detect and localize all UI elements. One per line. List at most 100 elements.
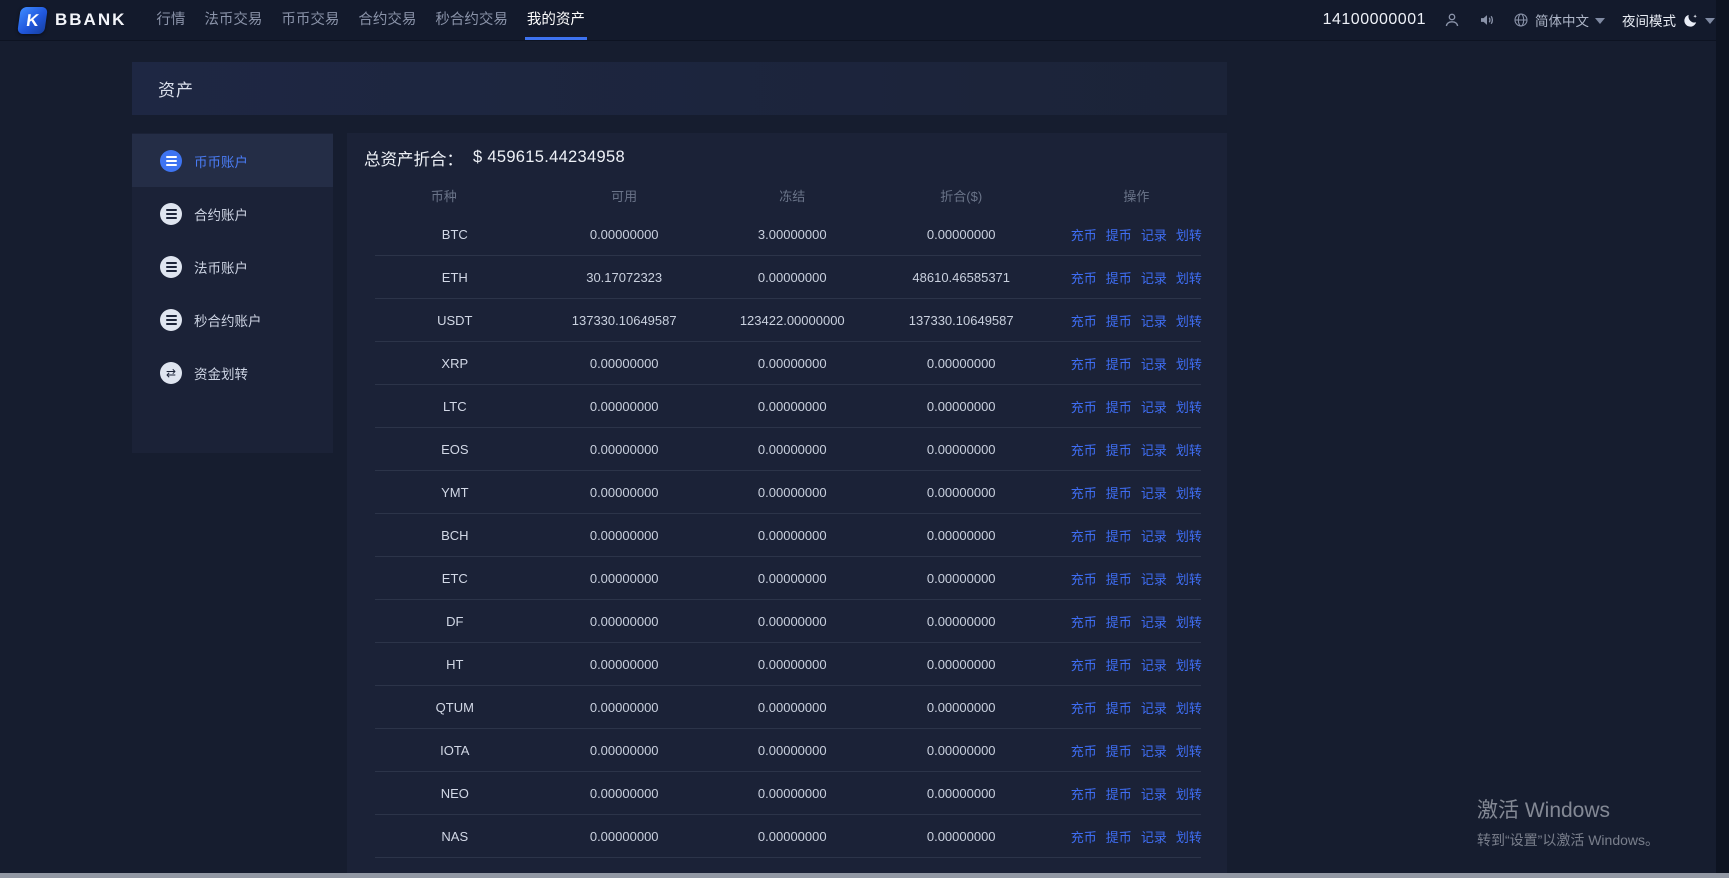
withdraw-link[interactable]: 提币 (1106, 268, 1132, 287)
deposit-link[interactable]: 充币 (1071, 483, 1097, 502)
sidebar-item[interactable]: ⇄ 法币账户 (132, 240, 333, 293)
nav-item[interactable]: 行情 (154, 0, 187, 40)
table-row: YMT 0.00000000 0.00000000 0.00000000 充币 … (347, 471, 1227, 514)
coin-name: XRP (347, 356, 541, 371)
transfer-link[interactable]: 划转 (1176, 268, 1202, 287)
nav-right: 14100000001 简体中文 夜间模式 (1323, 0, 1715, 40)
deposit-link[interactable]: 充币 (1071, 311, 1097, 330)
deposit-link[interactable]: 充币 (1071, 268, 1097, 287)
records-link[interactable]: 记录 (1141, 483, 1167, 502)
sidebar-item[interactable]: ⇄ 秒合约账户 (132, 293, 333, 346)
records-link[interactable]: 记录 (1141, 526, 1167, 545)
withdraw-link[interactable]: 提币 (1106, 698, 1132, 717)
nav-item-label: 合约交易 (358, 8, 416, 29)
records-link[interactable]: 记录 (1141, 612, 1167, 631)
withdraw-link[interactable]: 提币 (1106, 526, 1132, 545)
nav-item[interactable]: 合约交易 (356, 0, 418, 40)
deposit-link[interactable]: 充币 (1071, 225, 1097, 244)
deposit-link[interactable]: 充币 (1071, 827, 1097, 846)
transfer-link[interactable]: 划转 (1176, 483, 1202, 502)
transfer-link[interactable]: 划转 (1176, 569, 1202, 588)
records-link[interactable]: 记录 (1141, 268, 1167, 287)
available-balance: 0.00000000 (541, 528, 708, 543)
night-mode-label: 夜间模式 (1622, 10, 1676, 30)
sidebar-item[interactable]: ⇄ 币币账户 (132, 134, 333, 187)
transfer-link[interactable]: 划转 (1176, 225, 1202, 244)
converted-balance: 0.00000000 (877, 700, 1046, 715)
bottom-scrollbar[interactable] (0, 873, 1729, 878)
withdraw-link[interactable]: 提币 (1106, 784, 1132, 803)
table-row: QTUM 0.00000000 0.00000000 0.00000000 充币… (347, 686, 1227, 729)
transfer-link[interactable]: 划转 (1176, 698, 1202, 717)
withdraw-link[interactable]: 提币 (1106, 354, 1132, 373)
withdraw-link[interactable]: 提币 (1106, 311, 1132, 330)
table-row: USDT 137330.10649587 123422.00000000 137… (347, 299, 1227, 342)
withdraw-link[interactable]: 提币 (1106, 655, 1132, 674)
row-actions: 充币 提币 记录 划转 (1046, 741, 1227, 760)
language-selector[interactable]: 简体中文 (1513, 10, 1605, 30)
records-link[interactable]: 记录 (1141, 225, 1167, 244)
withdraw-link[interactable]: 提币 (1106, 569, 1132, 588)
frozen-balance: 0.00000000 (708, 356, 877, 371)
withdraw-link[interactable]: 提币 (1106, 741, 1132, 760)
withdraw-link[interactable]: 提币 (1106, 612, 1132, 631)
speaker-icon[interactable] (1478, 11, 1496, 29)
second-contract-account-icon: ⇄ (160, 309, 182, 331)
night-mode-toggle[interactable]: 夜间模式 (1622, 10, 1715, 30)
coin-name: QTUM (347, 700, 541, 715)
transfer-link[interactable]: 划转 (1176, 397, 1202, 416)
withdraw-link[interactable]: 提币 (1106, 483, 1132, 502)
transfer-link[interactable]: 划转 (1176, 354, 1202, 373)
nav-item-label: 法币交易 (204, 8, 262, 29)
withdraw-link[interactable]: 提币 (1106, 827, 1132, 846)
deposit-link[interactable]: 充币 (1071, 784, 1097, 803)
transfer-link[interactable]: 划转 (1176, 526, 1202, 545)
records-link[interactable]: 记录 (1141, 784, 1167, 803)
transfer-link[interactable]: 划转 (1176, 311, 1202, 330)
records-link[interactable]: 记录 (1141, 698, 1167, 717)
available-balance: 0.00000000 (541, 700, 708, 715)
records-link[interactable]: 记录 (1141, 354, 1167, 373)
nav-item[interactable]: 法币交易 (202, 0, 264, 40)
nav-item[interactable]: 币币交易 (279, 0, 341, 40)
records-link[interactable]: 记录 (1141, 827, 1167, 846)
transfer-link[interactable]: 划转 (1176, 440, 1202, 459)
nav-item[interactable]: 我的资产 (525, 0, 587, 40)
records-link[interactable]: 记录 (1141, 741, 1167, 760)
records-link[interactable]: 记录 (1141, 569, 1167, 588)
records-link[interactable]: 记录 (1141, 397, 1167, 416)
row-actions: 充币 提币 记录 划转 (1046, 268, 1227, 287)
brand[interactable]: K BBANK (19, 0, 126, 40)
total-assets-label: 总资产折合： (364, 146, 463, 170)
table-header-cell: 币种 (347, 186, 541, 205)
transfer-link[interactable]: 划转 (1176, 612, 1202, 631)
records-link[interactable]: 记录 (1141, 655, 1167, 674)
transfer-link[interactable]: 划转 (1176, 784, 1202, 803)
withdraw-link[interactable]: 提币 (1106, 225, 1132, 244)
deposit-link[interactable]: 充币 (1071, 655, 1097, 674)
deposit-link[interactable]: 充币 (1071, 397, 1097, 416)
withdraw-link[interactable]: 提币 (1106, 397, 1132, 416)
sidebar-item[interactable]: ⇄ 资金划转 (132, 346, 333, 399)
scrollbar-track[interactable] (1716, 0, 1729, 878)
row-actions: 充币 提币 记录 划转 (1046, 397, 1227, 416)
transfer-link[interactable]: 划转 (1176, 741, 1202, 760)
nav-item[interactable]: 秒合约交易 (433, 0, 510, 40)
sidebar-item[interactable]: ⇄ 合约账户 (132, 187, 333, 240)
nav-item-label: 行情 (156, 8, 185, 29)
user-icon[interactable] (1443, 11, 1461, 29)
deposit-link[interactable]: 充币 (1071, 612, 1097, 631)
deposit-link[interactable]: 充币 (1071, 526, 1097, 545)
deposit-link[interactable]: 充币 (1071, 741, 1097, 760)
records-link[interactable]: 记录 (1141, 440, 1167, 459)
transfer-link[interactable]: 划转 (1176, 655, 1202, 674)
withdraw-link[interactable]: 提币 (1106, 440, 1132, 459)
deposit-link[interactable]: 充币 (1071, 698, 1097, 717)
deposit-link[interactable]: 充币 (1071, 440, 1097, 459)
records-link[interactable]: 记录 (1141, 311, 1167, 330)
converted-balance: 0.00000000 (877, 571, 1046, 586)
deposit-link[interactable]: 充币 (1071, 354, 1097, 373)
account-number[interactable]: 14100000001 (1323, 11, 1426, 29)
transfer-link[interactable]: 划转 (1176, 827, 1202, 846)
deposit-link[interactable]: 充币 (1071, 569, 1097, 588)
